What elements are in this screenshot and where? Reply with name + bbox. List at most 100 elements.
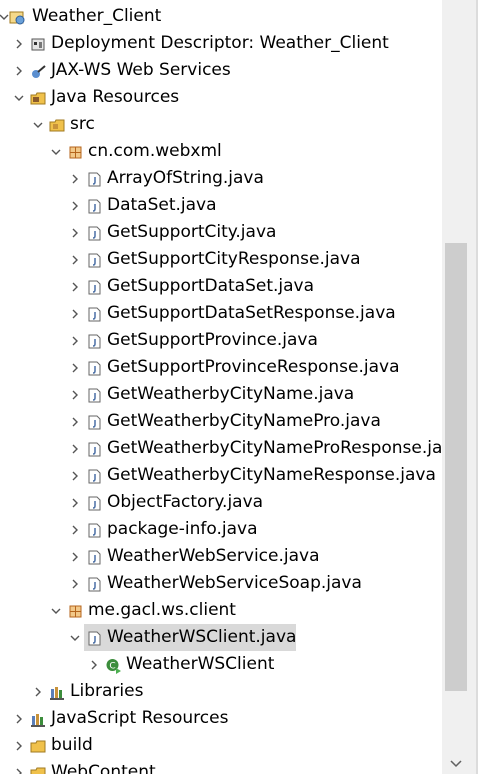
tree-row-src[interactable]: src [0, 111, 442, 138]
tree-row-deployment-descriptor[interactable]: Deployment Descriptor: Weather_Client [0, 30, 442, 57]
tree-row-java-file[interactable]: GetSupportDataSetResponse.java [0, 300, 442, 327]
twisty-collapsed-icon[interactable] [68, 570, 82, 597]
tree-row-java-file[interactable]: WeatherWebService.java [0, 543, 442, 570]
tree-row-package-cn-com-webxml[interactable]: cn.com.webxml [0, 138, 442, 165]
twisty-collapsed-icon[interactable] [68, 219, 82, 246]
javascript-resources-icon [30, 710, 47, 727]
twisty-collapsed-icon[interactable] [68, 543, 82, 570]
tree-row-label: src [70, 114, 95, 134]
java-file-icon [86, 359, 103, 376]
package-icon [67, 602, 84, 619]
tree-row-label: WeatherWSClient.java [107, 627, 297, 647]
twisty-collapsed-icon[interactable] [68, 408, 82, 435]
tree-row-java-class[interactable]: C WeatherWSClient [0, 651, 442, 678]
twisty-collapsed-icon[interactable] [12, 759, 26, 774]
tree-row-java-file[interactable]: GetSupportCity.java [0, 219, 442, 246]
tree-row-java-file[interactable]: package-info.java [0, 516, 442, 543]
twisty-expanded-icon[interactable] [49, 597, 63, 624]
tree-row-weather-client[interactable]: Weather_Client [0, 3, 442, 30]
twisty-collapsed-icon[interactable] [68, 489, 82, 516]
tree-row-label: GetWeatherbyCityNameResponse.java [107, 465, 436, 485]
twisty-expanded-icon[interactable] [31, 111, 45, 138]
deployment-descriptor-icon [30, 35, 47, 52]
tree-row-java-file[interactable]: GetSupportProvince.java [0, 327, 442, 354]
vertical-scrollbar-thumb[interactable] [445, 243, 467, 691]
twisty-collapsed-icon[interactable] [68, 435, 82, 462]
tree-row-label: GetSupportDataSetResponse.java [107, 303, 396, 323]
java-file-icon [86, 440, 103, 457]
twisty-collapsed-icon[interactable] [68, 354, 82, 381]
web-project-icon [9, 8, 26, 25]
tree-row-java-resources[interactable]: Java Resources [0, 84, 442, 111]
tree-row-label: WeatherWSClient [126, 654, 275, 674]
tree-row-javascript-resources[interactable]: JavaScript Resources [0, 705, 442, 732]
tree-row-label: WeatherWebService.java [107, 546, 320, 566]
tree-row-java-file[interactable]: WeatherWebServiceSoap.java [0, 570, 442, 597]
tree-row-java-file[interactable]: GetSupportDataSet.java [0, 273, 442, 300]
twisty-collapsed-icon[interactable] [68, 246, 82, 273]
java-file-icon [86, 629, 103, 646]
tree-row-java-file-selected[interactable]: WeatherWSClient.java [0, 624, 442, 651]
twisty-collapsed-icon[interactable] [68, 300, 82, 327]
tree-row-package-me-gacl-ws-client[interactable]: me.gacl.ws.client [0, 597, 442, 624]
twisty-collapsed-icon[interactable] [12, 705, 26, 732]
tree-row-java-file[interactable]: GetWeatherbyCityNameResponse.java [0, 462, 442, 489]
java-file-icon [86, 413, 103, 430]
twisty-collapsed-icon[interactable] [68, 516, 82, 543]
twisty-collapsed-icon[interactable] [12, 732, 26, 759]
tree-row-label: GetSupportCity.java [107, 222, 277, 242]
java-resources-icon [30, 89, 47, 106]
svg-text:C: C [109, 662, 115, 672]
tree-row-java-file[interactable]: GetWeatherbyCityName.java [0, 381, 442, 408]
twisty-collapsed-icon[interactable] [68, 165, 82, 192]
tree-row-java-file[interactable]: DataSet.java [0, 192, 442, 219]
source-folder-icon [49, 116, 66, 133]
tree-row-libraries[interactable]: Libraries [0, 678, 442, 705]
java-file-icon [86, 386, 103, 403]
twisty-collapsed-icon[interactable] [68, 381, 82, 408]
twisty-collapsed-icon[interactable] [68, 273, 82, 300]
scroll-down-arrow-icon[interactable] [448, 756, 464, 770]
tree-row-java-file[interactable]: GetSupportProvinceResponse.java [0, 354, 442, 381]
java-file-icon [86, 251, 103, 268]
twisty-expanded-icon[interactable] [68, 624, 82, 651]
tree-row-label: GetSupportDataSet.java [107, 276, 315, 296]
java-file-icon [86, 278, 103, 295]
tree-row-webcontent[interactable]: WebContent [0, 759, 442, 774]
twisty-collapsed-icon[interactable] [68, 462, 82, 489]
tree-row-java-file[interactable]: ArrayOfString.java [0, 165, 442, 192]
twisty-collapsed-icon[interactable] [68, 327, 82, 354]
java-file-icon [86, 332, 103, 349]
tree-row-label: ObjectFactory.java [107, 492, 264, 512]
tree-row-label: GetWeatherbyCityNamePro.java [107, 411, 381, 431]
java-file-icon [86, 521, 103, 538]
tree-row-label: GetSupportProvinceResponse.java [107, 357, 400, 377]
tree-row-label: JAX-WS Web Services [51, 60, 231, 80]
project-explorer-tree: Weather_Client Deployment Descriptor: We… [0, 0, 442, 774]
twisty-collapsed-icon[interactable] [68, 192, 82, 219]
tree-row-label: GetSupportCityResponse.java [107, 249, 361, 269]
twisty-collapsed-icon[interactable] [87, 651, 101, 678]
tree-row-build[interactable]: build [0, 732, 442, 759]
tree-row-label: build [51, 735, 93, 755]
libraries-icon [49, 683, 66, 700]
tree-row-jax-ws[interactable]: JAX-WS Web Services [0, 57, 442, 84]
tree-row-label: GetWeatherbyCityNameProResponse.ja [107, 438, 442, 458]
tree-row-java-file[interactable]: GetSupportCityResponse.java [0, 246, 442, 273]
tree-row-label: package-info.java [107, 519, 258, 539]
tree-row-label: WebContent [51, 762, 156, 774]
folder-icon [30, 764, 47, 774]
tree-row-java-file[interactable]: GetWeatherbyCityNamePro.java [0, 408, 442, 435]
twisty-expanded-icon[interactable] [49, 138, 63, 165]
twisty-collapsed-icon[interactable] [12, 57, 26, 84]
java-file-icon [86, 170, 103, 187]
tree-row-label: Deployment Descriptor: Weather_Client [51, 33, 389, 53]
twisty-collapsed-icon[interactable] [31, 678, 45, 705]
tree-row-java-file[interactable]: ObjectFactory.java [0, 489, 442, 516]
tree-row-java-file[interactable]: GetWeatherbyCityNameProResponse.ja [0, 435, 442, 462]
tree-row-label: JavaScript Resources [51, 708, 229, 728]
twisty-expanded-icon[interactable] [12, 84, 26, 111]
tree-row-label: cn.com.webxml [88, 141, 222, 161]
twisty-collapsed-icon[interactable] [12, 30, 26, 57]
tree-row-label: Weather_Client [32, 6, 162, 26]
